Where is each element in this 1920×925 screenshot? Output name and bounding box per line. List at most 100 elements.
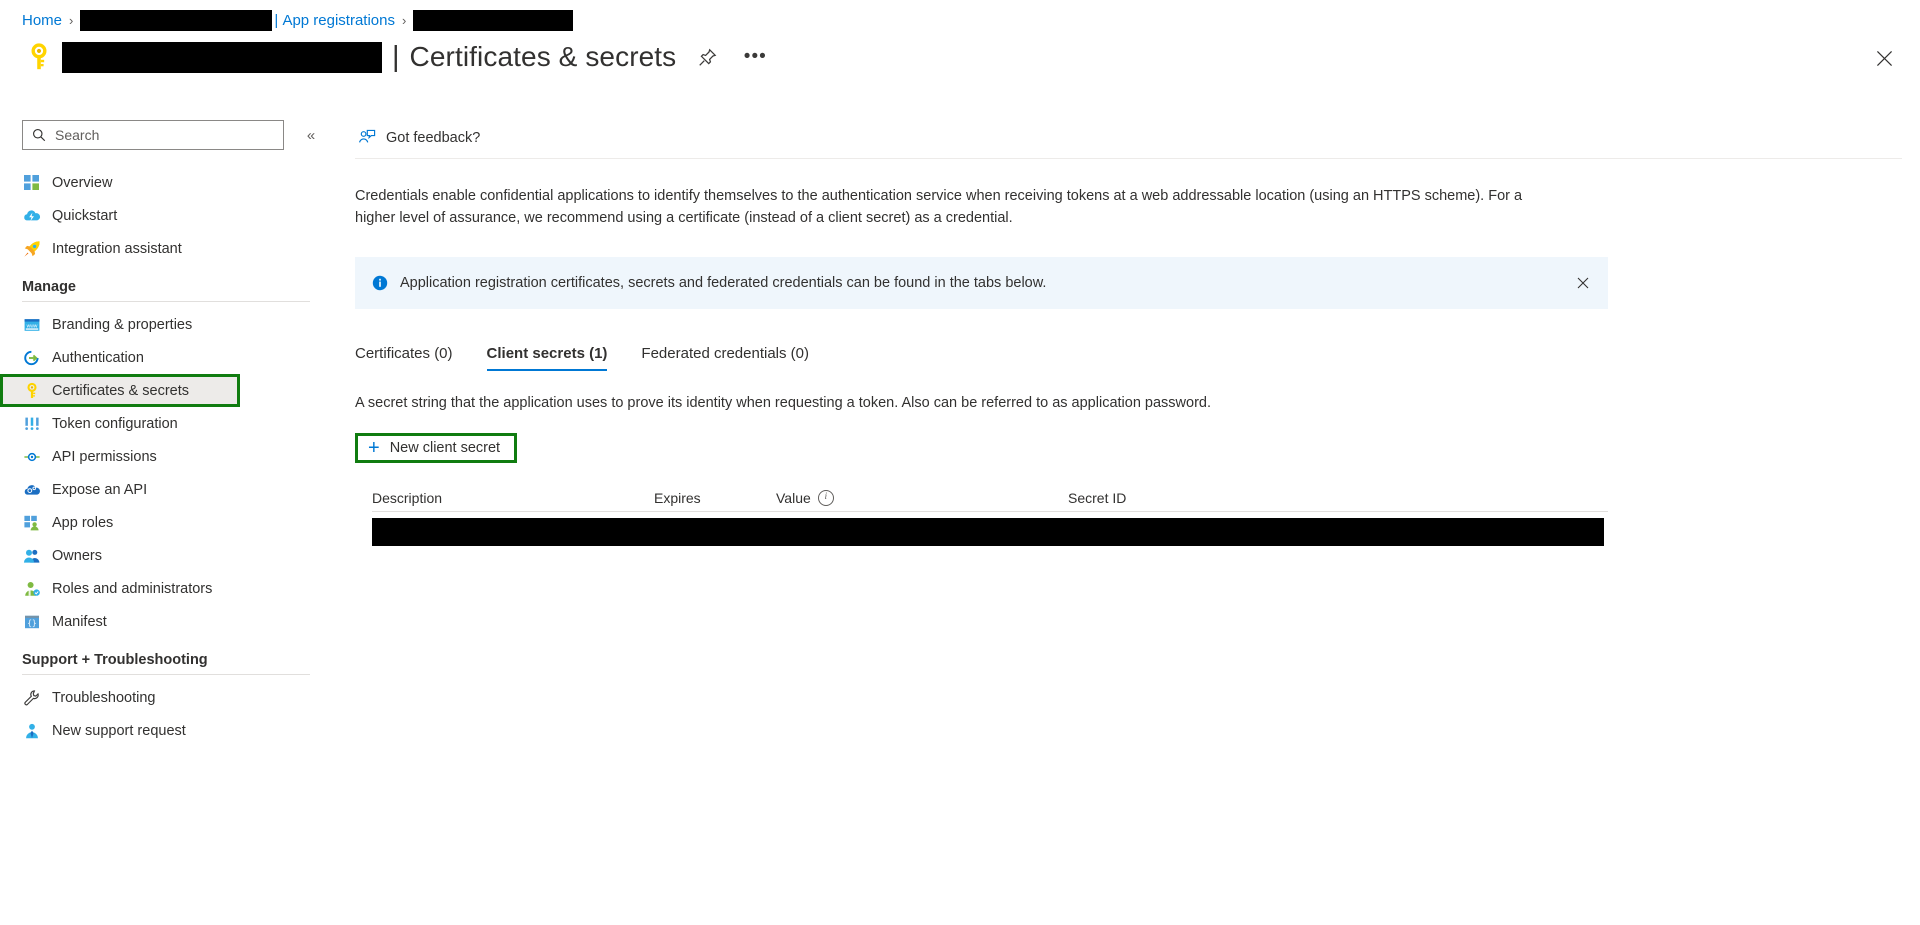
sidebar-item-label: Overview [52,174,113,191]
close-blade-icon[interactable] [1866,40,1902,76]
page-title-row: | Certificates & secrets ••• [22,36,1920,78]
command-bar: Got feedback? [355,118,1902,159]
plus-icon: + [368,437,380,459]
breadcrumb-app-registrations[interactable]: App registrations [282,12,395,29]
roles-admin-icon [22,579,41,598]
sidebar-item-roles-and-administrators[interactable]: Roles and administrators [0,572,332,605]
quickstart-cloud-icon [22,206,41,225]
sidebar-item-owners[interactable]: Owners [0,539,332,572]
info-banner: Application registration certificates, s… [355,257,1608,309]
sidebar-item-label: App roles [52,514,114,531]
search-input[interactable] [53,126,267,144]
sidebar-item-expose-an-api[interactable]: Expose an API [0,473,332,506]
column-header-secret-id[interactable]: Secret ID [1068,490,1608,506]
page-title: Certificates & secrets [409,41,677,72]
key-icon [22,381,41,400]
new-client-secret-label: New client secret [389,440,501,456]
column-header-description[interactable]: Description [372,490,654,506]
value-info-icon[interactable]: i [817,490,834,506]
column-header-value-label: Value [776,490,811,506]
column-header-expires[interactable]: Expires [654,490,776,506]
app-roles-icon [22,513,41,532]
tab-client-secrets[interactable]: Client secrets (1) [486,345,607,371]
breadcrumb-redacted-app [413,9,574,31]
api-permissions-icon [22,447,41,466]
sidebar-item-label: Troubleshooting [52,689,156,706]
sidebar-item-overview[interactable]: Overview [0,166,332,199]
table-header-row: Description Expires Value i Secret ID [355,485,1608,511]
sidebar-group-support-title: Support + Troubleshooting [22,652,208,668]
info-banner-text: Application registration certificates, s… [400,275,1047,291]
client-secrets-description: A secret string that the application use… [355,395,1211,411]
sidebar-search-row: « [0,118,332,152]
sidebar-divider-manage [22,301,310,302]
sidebar-item-label: Integration assistant [52,240,182,257]
got-feedback-label: Got feedback? [386,130,481,146]
breadcrumb-separator-1: › [69,12,74,28]
sidebar-item-label: Roles and administrators [52,580,213,597]
sidebar-item-new-support-request[interactable]: New support request [0,714,332,747]
overview-grid-icon [22,173,41,192]
got-feedback-button[interactable]: Got feedback? [355,123,488,153]
new-client-secret-button[interactable]: + New client secret [355,433,518,463]
sidebar-item-label: Certificates & secrets [52,382,189,399]
sidebar-item-api-permissions[interactable]: API permissions [0,440,332,473]
breadcrumb-redacted-tenant [80,9,273,31]
breadcrumb-pipe: | [274,11,279,29]
breadcrumb-separator-2: › [402,12,407,28]
key-icon [22,40,56,74]
expose-api-cloud-icon [22,480,41,499]
sidebar: « Overview Quickstart [0,118,332,925]
manifest-braces-icon: {} [22,612,41,631]
info-icon [371,275,388,292]
sidebar-item-quickstart[interactable]: Quickstart [0,199,332,232]
column-header-value[interactable]: Value i [776,490,1068,506]
token-bars-icon [22,414,41,433]
search-icon [32,128,46,142]
pin-icon[interactable] [690,40,724,74]
new-client-secret-wrapper: + New client secret [355,433,1920,463]
sidebar-item-label: Branding & properties [52,316,193,333]
sidebar-item-label: Expose an API [52,481,148,498]
sidebar-item-app-roles[interactable]: App roles [0,506,332,539]
credentials-description: Credentials enable confidential applicat… [355,188,1523,226]
sidebar-item-branding-properties[interactable]: www Branding & properties [0,308,332,341]
feedback-person-icon [357,128,377,148]
svg-text:www: www [26,323,37,329]
page-title-separator: | [392,40,400,73]
tab-federated-credentials[interactable]: Federated credentials (0) [641,345,809,371]
sidebar-item-label: New support request [52,722,186,739]
branding-window-icon: www [22,315,41,334]
rocket-icon [22,239,41,258]
close-icon[interactable] [1572,272,1594,294]
support-person-icon [22,721,41,740]
credential-tabs: Certificates (0) Client secrets (1) Fede… [355,335,1920,371]
page-title-redacted-app-name [62,41,382,73]
table-row[interactable] [372,518,1604,546]
main-content: Got feedback? Credentials enable confide… [355,118,1920,925]
table-header-divider [372,511,1608,512]
more-options-icon[interactable]: ••• [738,40,772,74]
authentication-arrow-icon [22,348,41,367]
sidebar-item-certificates-secrets[interactable]: Certificates & secrets [0,374,240,407]
sidebar-divider-support [22,674,310,675]
sidebar-item-troubleshooting[interactable]: Troubleshooting [0,681,332,714]
sidebar-item-label: Owners [52,547,102,564]
sidebar-item-label: Token configuration [52,415,178,432]
sidebar-item-label: API permissions [52,448,157,465]
svg-text:{}: {} [27,618,36,627]
breadcrumb-home[interactable]: Home [22,12,62,29]
sidebar-item-label: Authentication [52,349,144,366]
sidebar-item-label: Quickstart [52,207,118,224]
tab-certificates[interactable]: Certificates (0) [355,345,453,371]
sidebar-item-label: Manifest [52,613,107,630]
owners-people-icon [22,546,41,565]
sidebar-item-authentication[interactable]: Authentication [0,341,332,374]
sidebar-item-integration-assistant[interactable]: Integration assistant [0,232,332,265]
sidebar-item-token-configuration[interactable]: Token configuration [0,407,332,440]
sidebar-item-manifest[interactable]: {} Manifest [0,605,332,638]
breadcrumb: Home › | App registrations › [22,8,574,32]
search-box[interactable] [22,120,284,150]
sidebar-group-manage-title: Manage [22,279,76,295]
collapse-sidebar-icon[interactable]: « [298,122,324,148]
